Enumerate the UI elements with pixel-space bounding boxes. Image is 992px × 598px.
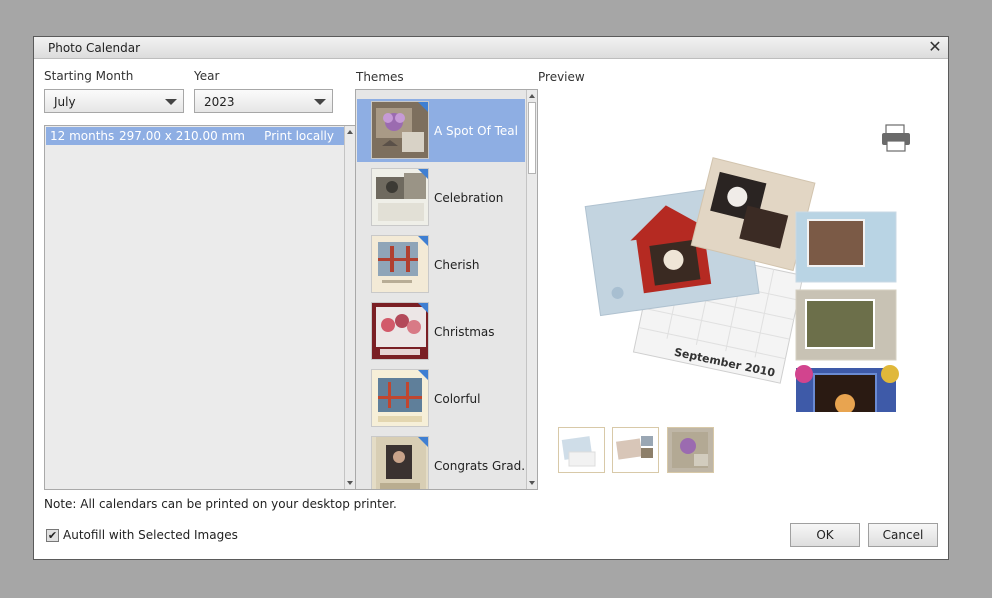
- chevron-down-icon: [314, 99, 326, 105]
- theme-badge: [418, 437, 428, 447]
- dialog-title: Photo Calendar: [48, 41, 141, 55]
- preview-area: September 2010: [574, 112, 914, 438]
- close-icon[interactable]: ✕: [926, 38, 944, 56]
- calendar-size-list[interactable]: 12 months 297.00 x 210.00 mm Print local…: [44, 125, 356, 490]
- preview-thumbnail-3[interactable]: [667, 427, 714, 473]
- theme-name: Christmas: [434, 325, 495, 339]
- size-list-scrollbar[interactable]: [344, 126, 355, 489]
- thumbnail-art: [561, 436, 596, 467]
- calendar-preview-image: September 2010: [584, 124, 910, 438]
- preview-thumbnail-1[interactable]: [558, 427, 605, 473]
- themes-scrollbar[interactable]: [526, 90, 537, 489]
- autofill-checkbox[interactable]: ✔: [46, 529, 59, 542]
- ok-button[interactable]: OK: [790, 523, 860, 547]
- theme-badge: [418, 102, 428, 112]
- theme-item-congrats-grad[interactable]: Congrats Grad...: [357, 434, 533, 489]
- theme-thumbnail: [371, 168, 429, 226]
- theme-name: A Spot Of Teal: [434, 124, 518, 138]
- theme-name: Colorful: [434, 392, 481, 406]
- scroll-down-icon[interactable]: [529, 481, 535, 485]
- themes-list[interactable]: A Spot Of Teal Celebration Cherish Chris…: [355, 89, 538, 490]
- theme-thumbnail: [371, 436, 429, 489]
- scroll-down-icon[interactable]: [347, 481, 353, 485]
- scroll-thumb[interactable]: [528, 102, 536, 174]
- theme-badge: [418, 303, 428, 313]
- size-row-12-months[interactable]: 12 months 297.00 x 210.00 mm Print local…: [46, 127, 344, 145]
- size-months: 12 months: [50, 129, 115, 143]
- theme-name: Congrats Grad...: [434, 459, 533, 473]
- cancel-button[interactable]: Cancel: [868, 523, 938, 547]
- print-icon: [882, 124, 910, 152]
- theme-thumbnail: [371, 369, 429, 427]
- theme-badge: [418, 169, 428, 179]
- theme-item-a-spot-of-teal[interactable]: A Spot Of Teal: [357, 99, 525, 162]
- theme-thumbnail: [371, 302, 429, 360]
- themes-label: Themes: [356, 70, 404, 84]
- starting-month-value: July: [54, 95, 76, 109]
- photo-calendar-dialog: Photo Calendar ✕ Starting Month Year The…: [33, 36, 949, 560]
- theme-badge: [418, 236, 428, 246]
- theme-item-celebration[interactable]: Celebration: [357, 166, 525, 229]
- preview-label: Preview: [538, 70, 585, 84]
- print-note: Note: All calendars can be printed on yo…: [44, 497, 397, 511]
- theme-item-cherish[interactable]: Cherish: [357, 233, 525, 296]
- theme-name: Cherish: [434, 258, 480, 272]
- preview-thumbnail-2[interactable]: [612, 427, 659, 473]
- title-bar[interactable]: Photo Calendar ✕: [34, 37, 948, 59]
- autofill-label[interactable]: Autofill with Selected Images: [63, 528, 238, 542]
- theme-badge: [418, 370, 428, 380]
- theme-thumbnail: [371, 101, 429, 159]
- theme-thumbnail: [371, 235, 429, 293]
- year-select[interactable]: 2023: [194, 89, 333, 113]
- year-label: Year: [194, 69, 220, 83]
- scroll-up-icon[interactable]: [347, 130, 353, 134]
- scroll-up-icon[interactable]: [529, 94, 535, 98]
- starting-month-select[interactable]: July: [44, 89, 184, 113]
- theme-name: Celebration: [434, 191, 504, 205]
- theme-item-christmas[interactable]: Christmas: [357, 300, 525, 363]
- starting-month-label: Starting Month: [44, 69, 134, 83]
- size-dimensions: 297.00 x 210.00 mm: [119, 129, 245, 143]
- chevron-down-icon: [165, 99, 177, 105]
- thumbnail-art: [616, 436, 653, 460]
- theme-item-colorful[interactable]: Colorful: [357, 367, 525, 430]
- size-print-option: Print locally: [264, 129, 334, 143]
- thumbnail-art: [672, 432, 708, 468]
- year-value: 2023: [204, 95, 235, 109]
